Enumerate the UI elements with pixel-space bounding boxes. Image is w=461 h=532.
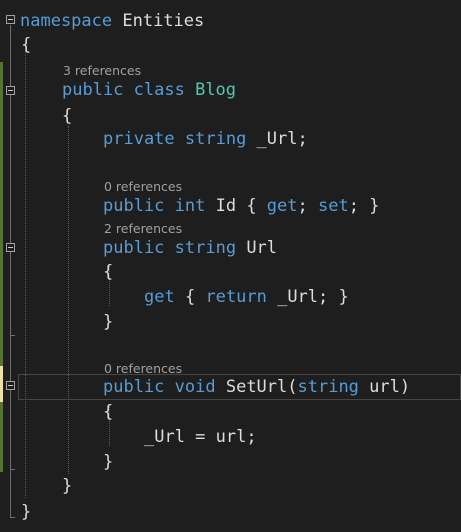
brace-close: } <box>21 502 32 522</box>
code-line-brace[interactable]: { <box>103 400 113 424</box>
codelens-blog-references[interactable]: 3 references <box>63 64 141 78</box>
assignment-statement: _Url = url; <box>144 427 257 447</box>
keyword-public: public <box>103 196 165 216</box>
punctuation: { <box>174 287 206 307</box>
code-line-getter[interactable]: get { return _Url; } <box>144 285 349 309</box>
keyword-class: class <box>123 80 185 100</box>
change-bar-unsaved <box>0 366 3 402</box>
change-bar-saved <box>0 402 3 472</box>
code-line-id-property[interactable]: public int Id { get; set; } <box>103 194 379 218</box>
codelens-id-references[interactable]: 0 references <box>104 180 182 194</box>
keyword-public: public <box>103 377 165 397</box>
field-name: _Url; <box>246 129 308 149</box>
keyword-string: string <box>174 129 247 149</box>
keyword-get: get <box>144 287 175 307</box>
keyword-int: int <box>164 196 206 216</box>
change-bar-saved <box>0 62 3 366</box>
collapse-namespace-icon[interactable] <box>6 15 15 24</box>
punctuation: ; } <box>348 196 380 216</box>
code-line-brace[interactable]: } <box>103 450 113 474</box>
brace-close: } <box>103 312 114 332</box>
code-line-assignment[interactable]: _Url = url; <box>144 425 257 449</box>
codelens-seturl-references[interactable]: 0 references <box>104 362 182 376</box>
parameter: url) <box>358 377 411 397</box>
indent-guide <box>68 126 69 474</box>
brace-open: { <box>21 35 32 55</box>
property-id: Id { <box>205 196 267 216</box>
keyword-void: void <box>164 377 216 397</box>
keyword-namespace: namespace <box>20 11 113 31</box>
keyword-public: public <box>62 80 124 100</box>
indent-guide <box>25 50 26 498</box>
code-line-brace[interactable]: } <box>103 310 113 334</box>
code-line-brace[interactable]: { <box>103 260 113 284</box>
brace-open: { <box>103 402 114 422</box>
code-line-brace[interactable]: { <box>21 33 31 57</box>
collapse-method-icon[interactable] <box>6 381 15 390</box>
outline-end-namespace <box>10 517 15 518</box>
outline-line-class <box>10 96 11 491</box>
collapse-class-icon[interactable] <box>6 86 15 95</box>
keyword-return: return <box>205 287 267 307</box>
keyword-string: string <box>297 377 359 397</box>
code-line-seturl-method[interactable]: public void SetUrl(string url) <box>103 375 410 399</box>
code-line-brace[interactable]: } <box>21 500 31 524</box>
brace-open: { <box>103 262 114 282</box>
outline-end-property <box>10 335 15 336</box>
punctuation: ; <box>297 196 318 216</box>
keyword-string: string <box>164 238 237 258</box>
code-editor[interactable]: namespace Entities { 3 references public… <box>0 0 461 532</box>
brace-close: } <box>103 452 114 472</box>
code-line-field[interactable]: private string _Url; <box>103 127 308 151</box>
outline-end-method <box>10 469 15 470</box>
code-line-namespace[interactable]: namespace Entities <box>20 9 204 33</box>
class-name: Blog <box>184 80 237 100</box>
code-line-brace[interactable]: } <box>62 474 72 498</box>
keyword-private: private <box>103 129 175 149</box>
keyword-set: set <box>318 196 349 216</box>
codelens-url-references[interactable]: 2 references <box>104 222 182 236</box>
keyword-public: public <box>103 238 165 258</box>
namespace-name: Entities <box>112 11 205 31</box>
collapse-property-icon[interactable] <box>6 243 15 252</box>
brace-close: } <box>62 476 73 496</box>
return-value: _Url; } <box>266 287 349 307</box>
code-line-brace[interactable]: { <box>62 104 72 128</box>
code-line-class[interactable]: public class Blog <box>62 78 236 102</box>
method-name: SetUrl( <box>215 377 298 397</box>
property-url: Url <box>236 238 278 258</box>
keyword-get: get <box>266 196 298 216</box>
brace-open: { <box>62 106 73 126</box>
code-line-url-property[interactable]: public string Url <box>103 236 277 260</box>
